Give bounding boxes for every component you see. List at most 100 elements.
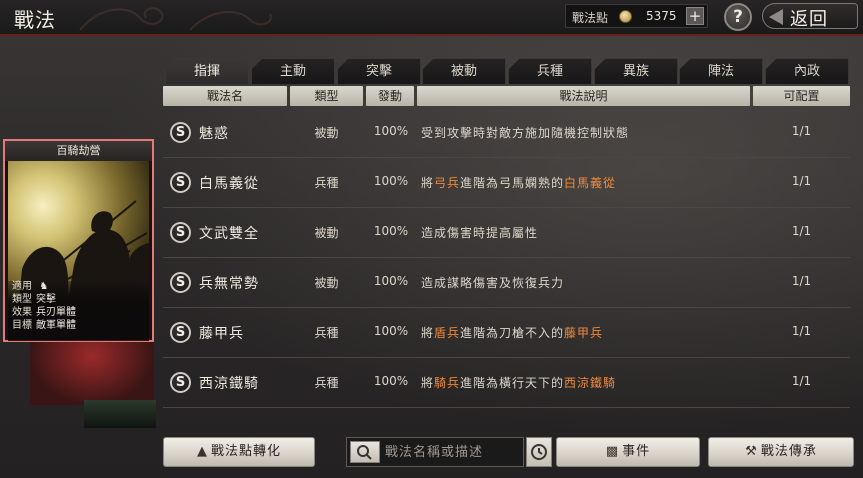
- column-header-configurable[interactable]: 可配置: [753, 86, 850, 106]
- tactic-list: S 魅惑 被動 100% 受到攻擊時對敵方施加隨機控制狀態 1/1 S 白馬義從…: [163, 108, 850, 420]
- table-row[interactable]: S 魅惑 被動 100% 受到攻擊時對敵方施加隨機控制狀態 1/1: [163, 108, 850, 158]
- description-text: 將: [421, 176, 435, 190]
- description-highlight: 弓兵: [434, 176, 461, 190]
- tactic-configurable: 1/1: [791, 124, 812, 138]
- description-text: 進階為弓馬嫻熟的: [460, 176, 565, 190]
- convert-points-label: 戰法點轉化: [210, 444, 281, 459]
- description-highlight: 騎兵: [434, 376, 461, 390]
- search-icon: [357, 445, 372, 460]
- table-row[interactable]: S 藤甲兵 兵種 100% 將盾兵進階為刀槍不入的藤甲兵 1/1: [163, 308, 850, 358]
- card-field-effect: 效果 兵刃單體: [12, 307, 76, 318]
- description-text: 造成謀略傷害及恢復兵力: [421, 276, 565, 290]
- add-points-button[interactable]: +: [686, 7, 704, 25]
- tab-foreign[interactable]: 異族: [594, 58, 678, 84]
- tactic-description: 造成謀略傷害及恢復兵力: [421, 274, 564, 291]
- tactic-rate: 100%: [373, 174, 409, 188]
- tactic-type: 被動: [314, 226, 339, 240]
- table-row[interactable]: S 西涼鐵騎 兵種 100% 將騎兵進階為橫行天下的西涼鐵騎 1/1: [163, 358, 850, 408]
- description-highlight: 白馬義從: [564, 176, 617, 190]
- convert-points-button[interactable]: ▲ 戰法點轉化: [163, 437, 315, 467]
- search-box: [346, 437, 524, 467]
- tactic-rate: 100%: [373, 374, 409, 388]
- tactic-configurable: 1/1: [791, 224, 812, 238]
- cavalry-icon: ♞: [39, 281, 49, 292]
- tactic-configurable: 1/1: [791, 374, 812, 388]
- tactic-points-value: 5375: [646, 9, 677, 23]
- tactic-type: 兵種: [314, 376, 339, 390]
- table-row-partial[interactable]: [163, 408, 850, 420]
- events-label: 事件: [622, 444, 651, 459]
- column-header-type[interactable]: 類型: [290, 86, 363, 106]
- tactic-card[interactable]: 百騎劫營 適用 ♞ 類型 突擊 效果 兵刃單體 目標敵軍單體: [3, 139, 154, 342]
- description-text: 受到攻擊時對敵方施加隨機控制狀態: [421, 126, 630, 140]
- column-header-name[interactable]: 戰法名: [163, 86, 287, 106]
- search-button[interactable]: [350, 441, 380, 463]
- column-header-description: 戰法說明: [417, 86, 750, 106]
- tab-active[interactable]: 主動: [251, 58, 335, 84]
- tab-formation[interactable]: 陣法: [679, 58, 763, 84]
- tactic-description: 受到攻擊時對敵方施加隨機控制狀態: [421, 124, 629, 141]
- back-button[interactable]: 返回: [762, 3, 858, 30]
- hammer-icon: ⚒: [745, 444, 758, 459]
- tactic-type: 被動: [314, 276, 339, 290]
- description-text: 將: [421, 376, 435, 390]
- help-button[interactable]: ?: [724, 3, 752, 31]
- tactic-name: 白馬義從: [199, 176, 259, 192]
- tactic-name: 藤甲兵: [199, 326, 244, 342]
- tactic-points-display: 戰法點 5375 +: [565, 4, 708, 28]
- search-input[interactable]: [385, 441, 521, 463]
- tactic-description: 將騎兵進階為橫行天下的西涼鐵騎: [421, 374, 616, 391]
- tactic-name: 魅惑: [199, 126, 229, 142]
- top-bar: 戰法 戰法點 5375 + ? 返回: [0, 0, 863, 36]
- card-field-type: 類型 突擊: [12, 294, 56, 305]
- description-highlight: 盾兵: [434, 326, 461, 340]
- s-rank-icon: S: [170, 272, 191, 293]
- back-button-label: 返回: [790, 9, 828, 30]
- tactic-configurable: 1/1: [791, 274, 812, 288]
- description-highlight: 藤甲兵: [564, 326, 604, 340]
- tactic-type: 兵種: [314, 176, 339, 190]
- description-text: 進階為橫行天下的: [460, 376, 565, 390]
- card-field-target: 目標 敵軍單體: [12, 320, 76, 331]
- tactic-rate: 100%: [373, 324, 409, 338]
- s-rank-icon: S: [170, 372, 191, 393]
- tactic-name: 文武雙全: [199, 226, 259, 242]
- history-button[interactable]: [526, 437, 552, 467]
- card-back-art: [84, 400, 156, 428]
- category-tabs: 指揮 主動 突擊 被動 兵種 異族 陣法 內政: [165, 58, 850, 84]
- tactic-name: 兵無常勢: [199, 276, 259, 292]
- tactic-type: 兵種: [314, 326, 339, 340]
- tab-passive[interactable]: 被動: [422, 58, 506, 84]
- s-rank-icon: S: [170, 172, 191, 193]
- table-row[interactable]: S 白馬義從 兵種 100% 將弓兵進階為弓馬嫻熟的白馬義從 1/1: [163, 158, 850, 208]
- tab-assault[interactable]: 突擊: [337, 58, 421, 84]
- column-header-rate[interactable]: 發動: [366, 86, 414, 106]
- description-text: 將: [421, 326, 435, 340]
- card-info-panel: 適用 ♞ 類型 突擊 效果 兵刃單體 目標 敵軍單體: [8, 281, 149, 341]
- back-arrow-icon: [769, 9, 783, 25]
- card-back-art: [30, 335, 154, 405]
- tactic-description: 造成傷害時提高屬性: [421, 224, 538, 241]
- feather-coin-icon: [619, 10, 632, 23]
- inherit-tactic-label: 戰法傳承: [760, 444, 817, 459]
- s-rank-icon: S: [170, 222, 191, 243]
- description-text: 進階為刀槍不入的: [460, 326, 565, 340]
- description-highlight: 西涼鐵騎: [564, 376, 617, 390]
- clock-icon: [531, 444, 547, 460]
- table-row[interactable]: S 兵無常勢 被動 100% 造成謀略傷害及恢復兵力 1/1: [163, 258, 850, 308]
- table-row[interactable]: S 文武雙全 被動 100% 造成傷害時提高屬性 1/1: [163, 208, 850, 258]
- tactic-description: 將盾兵進階為刀槍不入的藤甲兵: [421, 324, 603, 341]
- inherit-tactic-button[interactable]: ⚒ 戰法傳承: [708, 437, 854, 467]
- events-button[interactable]: ▩ 事件: [556, 437, 700, 467]
- description-text: 造成傷害時提高屬性: [421, 226, 539, 240]
- tactic-description: 將弓兵進階為弓馬嫻熟的白馬義從: [421, 174, 616, 191]
- tactic-rate: 100%: [373, 274, 409, 288]
- tactic-name: 西涼鐵騎: [199, 376, 259, 392]
- tactic-rate: 100%: [373, 224, 409, 238]
- tactic-configurable: 1/1: [791, 174, 812, 188]
- tactic-type: 被動: [314, 126, 339, 140]
- tab-command[interactable]: 指揮: [165, 58, 249, 84]
- tactic-rate: 100%: [373, 124, 409, 138]
- tab-troop[interactable]: 兵種: [508, 58, 592, 84]
- tab-internal[interactable]: 內政: [765, 58, 849, 84]
